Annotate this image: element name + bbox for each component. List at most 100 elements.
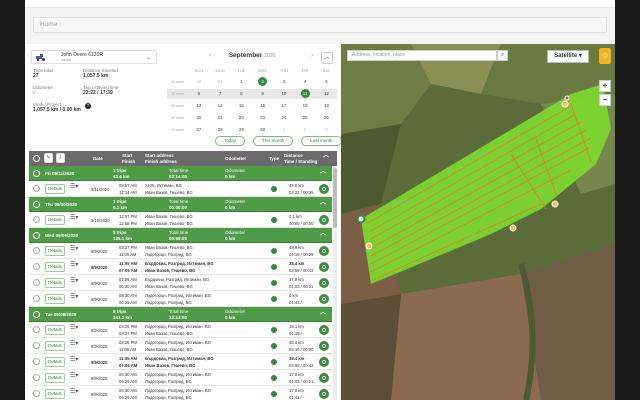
calendar-day[interactable]: 17 bbox=[273, 101, 294, 111]
row-checkbox[interactable] bbox=[33, 358, 40, 365]
calendar-day[interactable]: 7 bbox=[210, 89, 231, 99]
help-icon[interactable]: ? bbox=[85, 103, 91, 109]
vehicle-selector[interactable]: John Deere 6120R tractor ⌄ bbox=[31, 50, 157, 64]
col-odometer[interactable]: Odometer bbox=[225, 156, 246, 161]
details-button[interactable]: Details bbox=[45, 389, 65, 399]
menu-icon[interactable]: ☰▾ bbox=[70, 278, 78, 284]
row-checkbox[interactable] bbox=[33, 326, 40, 333]
calendar-day[interactable]: 2 bbox=[252, 77, 273, 87]
target-icon[interactable] bbox=[319, 262, 329, 272]
row-checkbox[interactable] bbox=[33, 263, 40, 270]
details-button[interactable]: Details bbox=[45, 278, 65, 288]
calendar-day[interactable]: 31 bbox=[210, 77, 231, 87]
select-all-checkbox[interactable] bbox=[33, 155, 40, 162]
calendar-week[interactable]: 38 week 13 14 15 16 17 18 19 bbox=[167, 101, 337, 111]
details-button[interactable]: Details bbox=[45, 373, 65, 383]
day-checkbox[interactable] bbox=[33, 232, 40, 239]
calendar-day[interactable]: 23 bbox=[252, 113, 273, 123]
next-month-icon[interactable]: › bbox=[311, 52, 313, 59]
calendar-day[interactable]: 14 bbox=[210, 101, 231, 111]
this-month-button[interactable]: This month bbox=[253, 136, 294, 146]
row-checkbox[interactable] bbox=[33, 390, 40, 397]
calendar-day[interactable]: 3 bbox=[316, 125, 337, 135]
search-icon[interactable]: ⌕ bbox=[497, 50, 508, 61]
calendar-week[interactable]: 37 week 6 7 8 9 10 11 12 bbox=[167, 89, 337, 99]
details-button[interactable]: Details bbox=[45, 294, 65, 304]
calendar-day[interactable]: 26 bbox=[316, 113, 337, 123]
menu-icon[interactable]: ☰▾ bbox=[70, 294, 78, 300]
calendar-day[interactable]: 6 bbox=[188, 89, 209, 99]
calendar-day[interactable]: 13 bbox=[188, 101, 209, 111]
col-finish-address[interactable]: Finish address bbox=[145, 159, 177, 164]
details-button[interactable]: Details bbox=[45, 341, 65, 351]
details-button[interactable]: Details bbox=[45, 184, 65, 194]
calendar-day[interactable]: 10 bbox=[273, 89, 294, 99]
menu-icon[interactable]: ☰▾ bbox=[70, 184, 78, 190]
row-checkbox[interactable] bbox=[33, 342, 40, 349]
details-button[interactable]: Details bbox=[45, 357, 65, 367]
table-row[interactable]: Details ☰▾ 9/10/2020 12:57 PM 12:58 PM Иван В… bbox=[29, 212, 332, 228]
table-row[interactable]: Details ☰▾ 9/9/2020 03:27 PM 11:05 AM Иван Ва… bbox=[29, 243, 332, 259]
calendar-week[interactable]: 40 week 27 28 29 30 1 2 3 bbox=[167, 125, 337, 135]
chevron-up-icon[interactable]: ︿ bbox=[323, 153, 329, 159]
col-distance[interactable]: Distance bbox=[284, 153, 303, 158]
target-icon[interactable] bbox=[319, 357, 329, 367]
calendar-day[interactable]: 11 bbox=[295, 89, 316, 99]
menu-icon[interactable]: ☰▾ bbox=[70, 325, 78, 331]
menu-icon[interactable]: ☰▾ bbox=[70, 357, 78, 363]
edit-icon[interactable]: ✎ bbox=[44, 153, 53, 163]
zoom-out-button[interactable]: − bbox=[599, 94, 611, 106]
day-group-row[interactable]: Fri 09/11/2020 1 trips 43.4 km Total time 02… bbox=[29, 166, 332, 181]
calendar-day[interactable]: 16 bbox=[252, 101, 273, 111]
day-checkbox[interactable] bbox=[33, 201, 40, 208]
target-icon[interactable] bbox=[319, 278, 329, 288]
row-checkbox[interactable] bbox=[33, 216, 40, 223]
table-row[interactable]: Details ☰▾ 9/9/2020 11:05 AM 07:06 AM Бърдоки… bbox=[29, 259, 332, 275]
calendar-day[interactable]: 5 bbox=[316, 77, 337, 87]
calendar-day[interactable]: 20 bbox=[188, 113, 209, 123]
details-button[interactable]: Details bbox=[45, 262, 65, 272]
day-checkbox[interactable] bbox=[33, 311, 40, 318]
calendar-day[interactable]: 9 bbox=[252, 89, 273, 99]
calendar-day[interactable]: 12 bbox=[316, 89, 337, 99]
chevron-up-icon[interactable]: ︿ bbox=[320, 231, 326, 237]
last-month-button[interactable]: Last month bbox=[301, 136, 342, 146]
menu-icon[interactable]: ☰▾ bbox=[70, 341, 78, 347]
row-checkbox[interactable] bbox=[33, 185, 40, 192]
map-search-input[interactable]: Address, location, place bbox=[347, 50, 497, 61]
target-icon[interactable] bbox=[319, 294, 329, 304]
calendar-week[interactable]: 36 week 30 31 1 2 3 4 5 bbox=[167, 77, 337, 87]
street-view-icon[interactable]: ☺ bbox=[599, 48, 611, 64]
zoom-in-button[interactable]: + bbox=[599, 80, 611, 92]
col-start[interactable]: Start bbox=[122, 153, 132, 158]
calendar-day[interactable]: 22 bbox=[231, 113, 252, 123]
calendar-day[interactable]: 1 bbox=[231, 77, 252, 87]
calendar-day[interactable]: 18 bbox=[295, 101, 316, 111]
table-row[interactable]: Details ☰▾ 9/9/2020 06:30 AM 06:29 AM Лодогор… bbox=[29, 291, 332, 307]
col-date[interactable]: Date bbox=[93, 156, 103, 161]
calendar-day[interactable]: 8 bbox=[231, 89, 252, 99]
row-checkbox[interactable] bbox=[33, 247, 40, 254]
calendar-day[interactable]: 27 bbox=[188, 125, 209, 135]
col-type[interactable]: Type bbox=[269, 156, 279, 161]
menu-icon[interactable]: ☰▾ bbox=[70, 246, 78, 252]
target-icon[interactable] bbox=[319, 373, 329, 383]
calendar-day[interactable]: 21 bbox=[210, 113, 231, 123]
day-checkbox[interactable] bbox=[33, 170, 40, 177]
table-row[interactable]: Details ☰▾ 9/11/2020 09:57 AM 12:14 AM 2105, … bbox=[29, 181, 332, 197]
calendar-day[interactable]: 30 bbox=[252, 125, 273, 135]
row-checkbox[interactable] bbox=[33, 279, 40, 286]
target-icon[interactable] bbox=[319, 325, 329, 335]
table-row[interactable]: Details ☰▾ 9/9/2020 06:30 AM 06:29 AM Лодогор… bbox=[29, 370, 332, 386]
calendar-day[interactable]: 15 bbox=[231, 101, 252, 111]
target-icon[interactable] bbox=[319, 184, 329, 194]
target-icon[interactable] bbox=[319, 215, 329, 225]
chevron-up-icon[interactable]: ︿ bbox=[320, 169, 326, 175]
col-finish[interactable]: Finish bbox=[122, 159, 135, 164]
breadcrumb[interactable]: Home bbox=[33, 17, 607, 33]
details-button[interactable]: Details bbox=[45, 246, 65, 256]
map-type-select[interactable]: Satellite ▾ bbox=[547, 50, 589, 63]
table-row[interactable]: Details ☰▾ 9/9/2020 06:30 AM 06:29 AM Лодогор… bbox=[29, 386, 332, 400]
collapse-panel-button[interactable]: ︿ bbox=[321, 52, 333, 64]
menu-icon[interactable]: ☰▾ bbox=[70, 262, 78, 268]
